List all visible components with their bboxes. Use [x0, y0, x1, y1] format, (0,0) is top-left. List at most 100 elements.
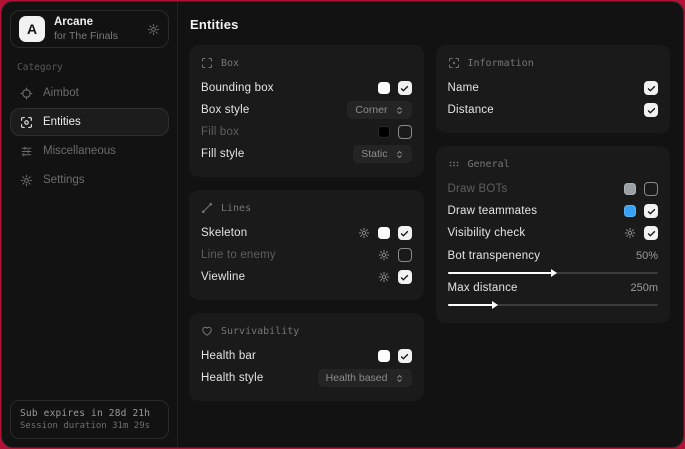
box-card: Box Bounding box Box style Corne [189, 45, 424, 177]
scan-icon [20, 116, 33, 129]
scan-eye-icon [448, 57, 460, 69]
card-header-label: Box [221, 58, 239, 69]
sidebar-item-label: Miscellaneous [43, 145, 116, 157]
checkbox-checked[interactable] [644, 103, 658, 117]
slider-block: Bot transpenency 50% [448, 247, 659, 274]
color-swatch[interactable] [624, 183, 636, 195]
lines-card: Lines Skeleton Line to enemy [189, 190, 424, 300]
color-swatch[interactable] [378, 350, 390, 362]
slider-knob[interactable] [551, 269, 557, 277]
setting-label: Name [448, 82, 479, 94]
setting-row: Distance [448, 99, 659, 121]
app-subtitle: for The Finals [54, 30, 118, 42]
app-title: Arcane [54, 16, 118, 29]
dropdown-value: Static [361, 148, 387, 160]
setting-label: Skeleton [201, 227, 247, 239]
setting-row: Viewline [201, 266, 412, 288]
checkbox-checked[interactable] [644, 226, 658, 240]
sidebar-item-aimbot[interactable]: Aimbot [10, 79, 169, 107]
slider-block: Max distance 250m [448, 279, 659, 306]
dropdown-value: Health based [326, 372, 388, 384]
dropdown-value: Corner [355, 104, 387, 116]
setting-label: Box style [201, 104, 249, 116]
fill-style-dropdown[interactable]: Static [353, 145, 411, 163]
setting-row: Fill style Static [201, 143, 412, 165]
brand-text: Arcane for The Finals [54, 16, 118, 41]
category-label: Category [17, 62, 169, 73]
color-swatch[interactable] [378, 82, 390, 94]
gear-icon [20, 174, 33, 187]
setting-row: Bounding box [201, 77, 412, 99]
box-style-dropdown[interactable]: Corner [347, 101, 411, 119]
checkbox-unchecked[interactable] [644, 182, 658, 196]
page-title: Entities [190, 17, 670, 32]
row-settings-gear-icon[interactable] [378, 249, 390, 261]
sliders-icon [20, 145, 33, 158]
app-window: A Arcane for The Finals Category Aimbot [1, 1, 684, 448]
checkbox-checked[interactable] [398, 270, 412, 284]
card-header-label: Information [468, 58, 534, 69]
health-style-dropdown[interactable]: Health based [318, 369, 412, 387]
max-distance-slider[interactable] [448, 304, 659, 306]
setting-row: Fill box [201, 121, 412, 143]
setting-label: Health bar [201, 350, 256, 362]
setting-row: Draw BOTs [448, 178, 659, 200]
color-swatch[interactable] [624, 205, 636, 217]
slider-knob[interactable] [492, 301, 498, 309]
bot-transparency-slider[interactable] [448, 272, 659, 274]
setting-label: Line to enemy [201, 249, 276, 261]
survivability-card: Survivability Health bar Health style [189, 313, 424, 401]
sidebar-item-label: Settings [43, 174, 85, 186]
information-card: Information Name Distance [436, 45, 671, 133]
sidebar: A Arcane for The Finals Category Aimbot [2, 2, 178, 447]
color-swatch[interactable] [378, 126, 390, 138]
row-settings-gear-icon[interactable] [378, 271, 390, 283]
setting-row: Skeleton [201, 222, 412, 244]
setting-label: Draw BOTs [448, 183, 508, 195]
sidebar-item-label: Aimbot [43, 87, 79, 99]
sidebar-nav: Aimbot Entities Miscellaneous Settings [10, 79, 169, 194]
sidebar-item-entities[interactable]: Entities [10, 108, 169, 136]
setting-row: Line to enemy [201, 244, 412, 266]
slider-label: Bot transpenency [448, 250, 541, 262]
sidebar-item-settings[interactable]: Settings [10, 166, 169, 194]
row-settings-gear-icon[interactable] [358, 227, 370, 239]
card-header-label: Survivability [221, 326, 299, 337]
setting-row: Box style Corner [201, 99, 412, 121]
slider-value: 50% [636, 250, 658, 262]
checkbox-checked[interactable] [644, 81, 658, 95]
chevrons-up-down-icon [395, 374, 404, 383]
chevrons-up-down-icon [395, 106, 404, 115]
chevrons-up-down-icon [395, 150, 404, 159]
backdrop: A Arcane for The Finals Category Aimbot [0, 0, 685, 449]
setting-label: Viewline [201, 271, 245, 283]
setting-label: Bounding box [201, 82, 274, 94]
checkbox-checked[interactable] [398, 226, 412, 240]
subscription-info: Sub expires in 28d 21h Session duration … [10, 400, 169, 439]
slider-value: 250m [630, 282, 658, 294]
checkbox-unchecked[interactable] [398, 125, 412, 139]
header-gear-icon[interactable] [147, 23, 160, 36]
color-swatch[interactable] [378, 227, 390, 239]
heart-icon [201, 325, 213, 337]
setting-label: Draw teammates [448, 205, 538, 217]
slider-fill [448, 272, 553, 274]
session-duration-text: Session duration 31m 29s [20, 421, 159, 431]
slider-label: Max distance [448, 282, 518, 294]
checkbox-checked[interactable] [644, 204, 658, 218]
setting-label: Fill box [201, 126, 239, 138]
card-header-label: Lines [221, 203, 251, 214]
right-column: Information Name Distance [436, 45, 671, 323]
setting-row: Health style Health based [201, 367, 412, 389]
brand-card: A Arcane for The Finals [10, 10, 169, 48]
setting-label: Health style [201, 372, 263, 384]
checkbox-unchecked[interactable] [398, 248, 412, 262]
sidebar-item-label: Entities [43, 116, 81, 128]
sidebar-item-miscellaneous[interactable]: Miscellaneous [10, 137, 169, 165]
checkbox-checked[interactable] [398, 81, 412, 95]
left-column: Box Bounding box Box style Corne [189, 45, 424, 401]
row-settings-gear-icon[interactable] [624, 227, 636, 239]
setting-label: Visibility check [448, 227, 526, 239]
setting-row: Visibility check [448, 222, 659, 244]
checkbox-checked[interactable] [398, 349, 412, 363]
